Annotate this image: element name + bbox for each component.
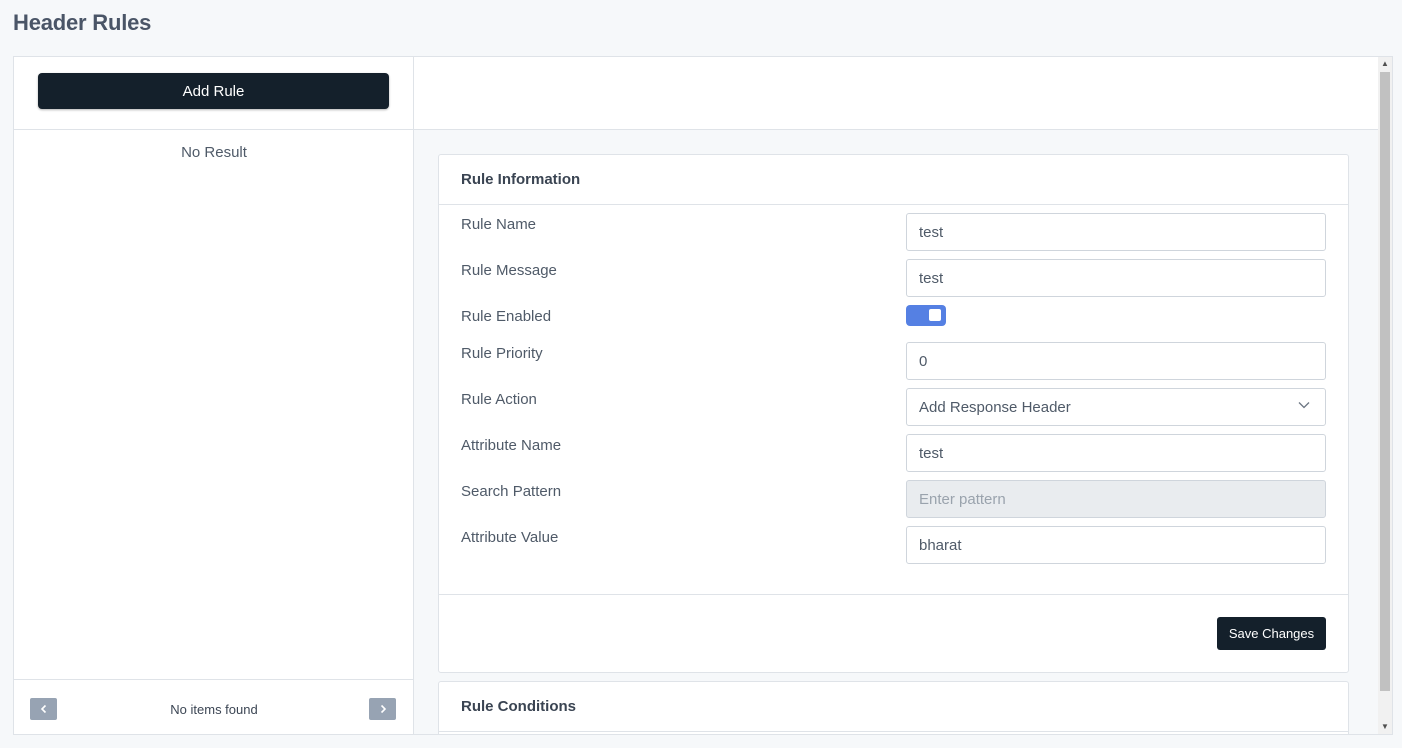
page-title: Header Rules (13, 10, 152, 35)
card-divider (439, 594, 1348, 595)
rule-action-row: Rule Action Add Response Header (439, 388, 1348, 426)
rule-information-header: Rule Information (439, 155, 1348, 205)
rule-conditions-card: Rule Conditions (438, 681, 1349, 734)
add-rule-button[interactable]: Add Rule (38, 73, 389, 109)
empty-list-message: No Result (181, 144, 247, 161)
search-pattern-input (906, 480, 1326, 518)
chevron-down-icon (1298, 402, 1310, 409)
attribute-name-input[interactable] (906, 434, 1326, 472)
scroll-down-arrow-icon[interactable]: ▼ (1378, 720, 1392, 734)
pagination-footer: No items found (14, 679, 414, 734)
rule-action-selected-value: Add Response Header (919, 399, 1071, 416)
rule-name-label: Rule Name (461, 216, 537, 233)
rule-message-row: Rule Message (439, 259, 1348, 297)
rule-name-input[interactable] (906, 213, 1326, 251)
rule-priority-row: Rule Priority (439, 342, 1348, 380)
scroll-up-arrow-icon[interactable]: ▲ (1378, 57, 1392, 71)
rules-list-panel: Add Rule No Result No items found (14, 57, 414, 734)
rules-list-toolbar: Add Rule (14, 57, 414, 130)
next-page-button[interactable] (369, 698, 396, 720)
rule-action-label: Rule Action (461, 391, 537, 408)
attribute-name-label: Attribute Name (461, 437, 562, 454)
rule-detail-toolbar (414, 57, 1378, 130)
toggle-knob (929, 309, 941, 321)
rule-detail-body: Rule Information Rule Name Rule Message … (414, 130, 1378, 734)
search-pattern-row: Search Pattern (439, 480, 1348, 518)
rule-enabled-toggle[interactable] (906, 305, 946, 326)
rule-priority-input[interactable] (906, 342, 1326, 380)
detail-scrollbar[interactable]: ▲ ▼ (1378, 57, 1392, 734)
rule-enabled-row: Rule Enabled (439, 305, 1348, 343)
rule-message-input[interactable] (906, 259, 1326, 297)
scroll-thumb[interactable] (1380, 72, 1390, 691)
rule-action-select[interactable]: Add Response Header (906, 388, 1326, 426)
rule-detail-panel: Rule Information Rule Name Rule Message … (414, 57, 1378, 734)
rule-information-card: Rule Information Rule Name Rule Message … (438, 154, 1349, 673)
attribute-value-input[interactable] (906, 526, 1326, 564)
rule-conditions-header: Rule Conditions (439, 682, 1348, 732)
rule-enabled-label: Rule Enabled (461, 308, 552, 325)
rule-name-row: Rule Name (439, 213, 1348, 251)
chevron-right-icon (380, 704, 386, 714)
attribute-name-row: Attribute Name (439, 434, 1348, 472)
pagination-status: No items found (170, 702, 258, 717)
attribute-value-label: Attribute Value (461, 529, 559, 546)
save-changes-button[interactable]: Save Changes (1217, 617, 1326, 650)
attribute-value-row: Attribute Value (439, 526, 1348, 564)
rules-frame: Add Rule No Result No items found Rule I… (13, 56, 1393, 735)
rule-priority-label: Rule Priority (461, 345, 543, 362)
search-pattern-label: Search Pattern (461, 483, 562, 500)
rule-message-label: Rule Message (461, 262, 557, 279)
